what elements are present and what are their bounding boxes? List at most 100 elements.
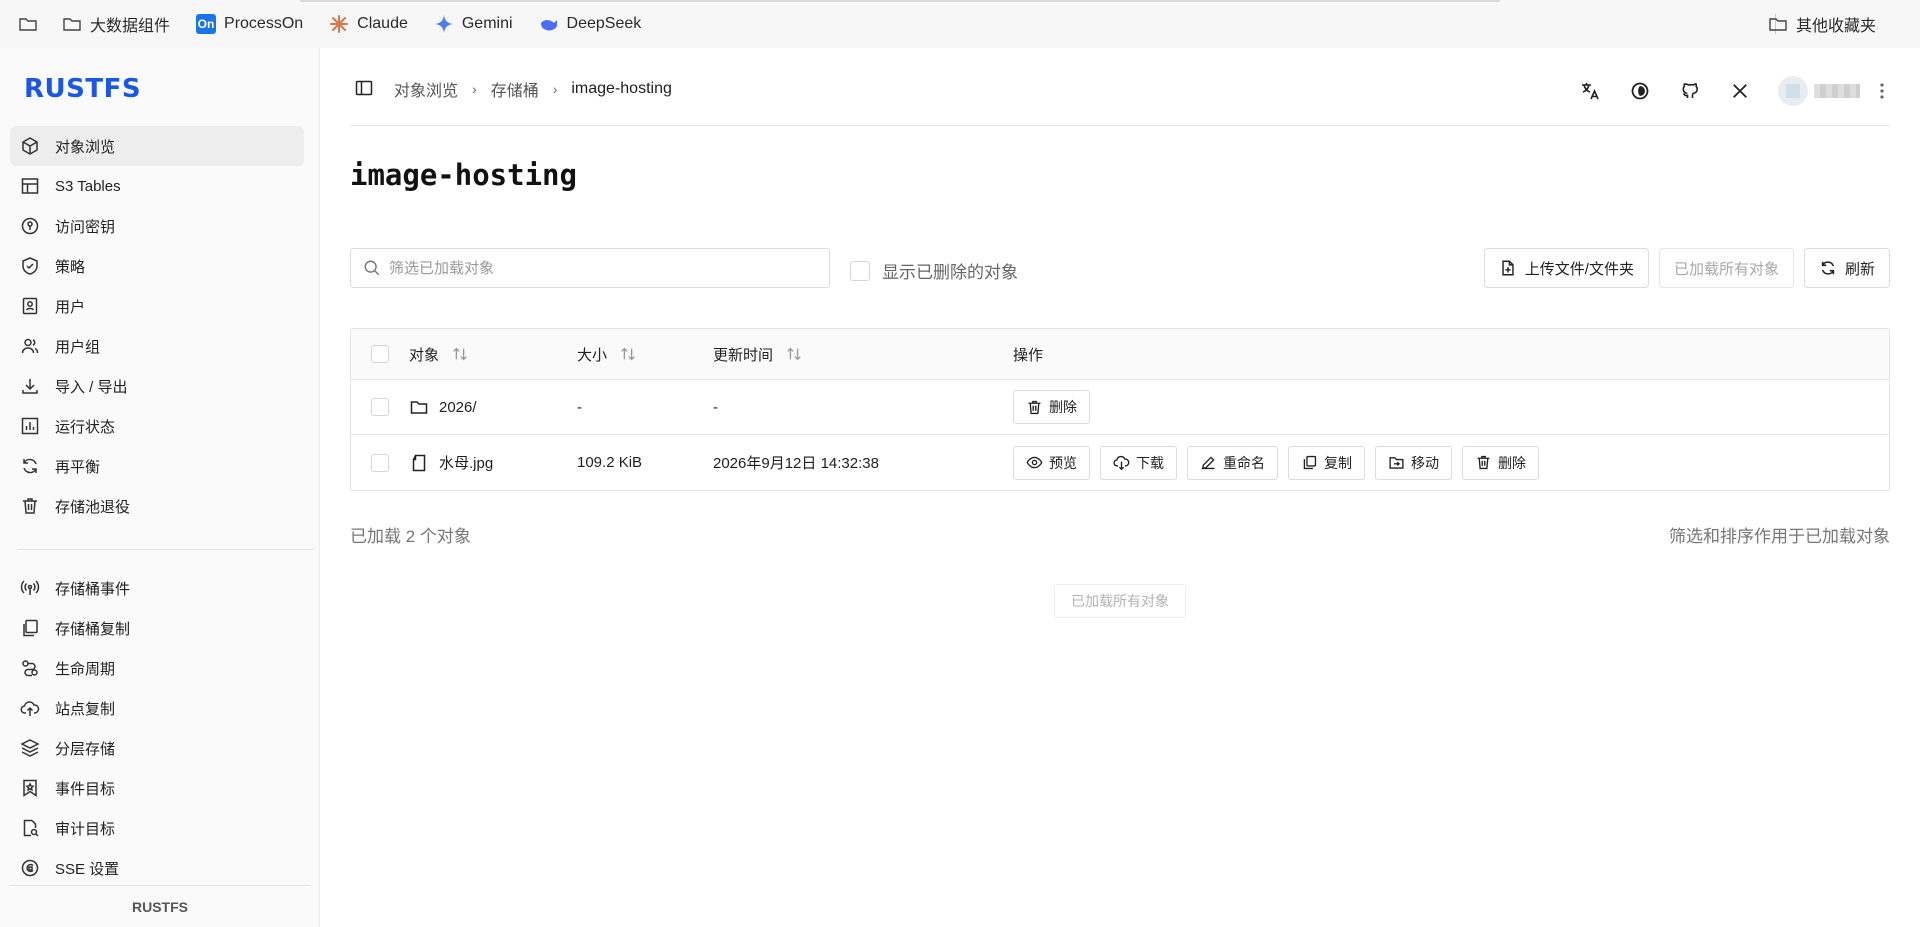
column-updated[interactable]: 更新时间 <box>713 344 1013 365</box>
processon-icon: On <box>196 14 217 34</box>
bookmarks-bar: 大数据组件 On ProcessOn Claude Gemini DeepSee… <box>0 0 1920 48</box>
bookmark-gemini[interactable]: Gemini <box>434 9 513 39</box>
loaded-count: 已加载 2 个对象 <box>350 527 471 546</box>
sidebar-item-label: SSE 设置 <box>55 860 120 878</box>
sidebar-item-event-targets[interactable]: 事件目标 <box>10 768 304 808</box>
column-actions-label: 操作 <box>1013 346 1044 364</box>
sidebar-item-users[interactable]: 用户 <box>10 286 304 326</box>
username-redacted <box>1814 84 1860 98</box>
sidebar-item-access-keys[interactable]: 访问密钥 <box>10 206 304 246</box>
layers-icon <box>20 739 40 757</box>
load-all-button[interactable]: 已加载所有对象 <box>1658 248 1794 288</box>
show-deleted-toggle[interactable]: 显示已删除的对象 <box>850 258 1018 283</box>
bookmark-bigdata[interactable]: 大数据组件 <box>62 9 170 39</box>
pencil-icon <box>1201 456 1215 470</box>
bookmark-label: 大数据组件 <box>90 18 171 35</box>
bookmark-star-icon <box>23 779 37 797</box>
sidebar-item-site-replication[interactable]: 站点复制 <box>10 688 304 728</box>
preview-button[interactable]: 预览 <box>1013 445 1090 480</box>
sidebar-item-import-export[interactable]: 导入 / 导出 <box>10 366 304 406</box>
language-button[interactable] <box>1578 79 1602 103</box>
upload-button[interactable]: 上传文件/文件夹 <box>1483 248 1649 288</box>
sidebar-item-s3-tables[interactable]: S3 Tables <box>10 166 304 206</box>
sidebar-item-audit-targets[interactable]: 审计目标 <box>10 808 304 848</box>
shield-check-icon <box>22 257 38 275</box>
breadcrumb-current-bucket: image-hosting <box>571 80 672 97</box>
sidebar-toggle-icon[interactable] <box>354 78 374 98</box>
all-loaded-button[interactable]: 已加载所有对象 <box>1054 584 1186 618</box>
sidebar-item-object-browser[interactable]: 对象浏览 <box>10 126 304 166</box>
refresh-icon <box>1821 261 1835 275</box>
sidebar-item-bucket-replication[interactable]: 存储桶复制 <box>10 608 304 648</box>
sidebar-item-label: 用户 <box>55 298 86 316</box>
sidebar-item-rebalance[interactable]: 再平衡 <box>10 446 304 486</box>
folder-icon <box>62 14 82 34</box>
download-button[interactable]: 下载 <box>1100 445 1177 480</box>
move-button[interactable]: 移动 <box>1375 445 1452 480</box>
object-name: 水母.jpg <box>439 455 494 472</box>
delete-button[interactable]: 删除 <box>1462 445 1539 480</box>
breadcrumb-buckets[interactable]: 存储桶 <box>491 77 539 101</box>
select-all-checkbox[interactable] <box>371 345 389 363</box>
row-actions: 预览 下载 重命名 复制 移动 删除 <box>1013 445 1889 480</box>
sidebar-item-groups[interactable]: 用户组 <box>10 326 304 366</box>
theme-toggle-button[interactable] <box>1628 79 1652 103</box>
sidebar-item-pool-decommission[interactable]: 存储池退役 <box>10 486 304 526</box>
object-name-cell[interactable]: 2026/ <box>409 397 577 417</box>
bookmarks-folder-button[interactable] <box>18 9 46 39</box>
sort-icon[interactable] <box>785 345 803 363</box>
column-size[interactable]: 大小 <box>577 344 713 365</box>
secondary-nav: 存储桶事件 存储桶复制 生命周期 站点复制 分层存储 事件目标 审计目标 SSE… <box>10 568 304 888</box>
sidebar-item-lifecycle[interactable]: 生命周期 <box>10 648 304 688</box>
chart-icon <box>21 417 39 435</box>
sidebar-item-bucket-events[interactable]: 存储桶事件 <box>10 568 304 608</box>
page-title: image-hosting <box>350 158 577 192</box>
sidebar-item-label: 审计目标 <box>55 820 116 838</box>
object-size: - <box>577 398 582 416</box>
sort-icon[interactable] <box>451 345 469 363</box>
refresh-button[interactable]: 刷新 <box>1803 248 1890 288</box>
bookmark-label: Gemini <box>461 15 513 32</box>
bookmark-deepseek[interactable]: DeepSeek <box>539 9 641 39</box>
breadcrumb: 对象浏览 › 存储桶 › image-hosting <box>394 77 672 101</box>
header-actions <box>1552 76 1890 106</box>
sort-icon[interactable] <box>619 345 637 363</box>
sidebar-item-label: 存储桶事件 <box>55 580 131 598</box>
other-bookmarks[interactable]: 其他收藏夹 <box>1768 9 1876 39</box>
sidebar-item-sse-settings[interactable]: SSE 设置 <box>10 848 304 888</box>
sidebar-item-policies[interactable]: 策略 <box>10 246 304 286</box>
more-vertical-icon[interactable] <box>1874 81 1890 101</box>
show-deleted-label: 显示已删除的对象 <box>882 263 1018 282</box>
row-checkbox[interactable] <box>371 398 389 416</box>
sidebar-item-label: 再平衡 <box>55 458 101 476</box>
show-deleted-checkbox[interactable] <box>850 260 870 281</box>
sidebar-item-tiering[interactable]: 分层存储 <box>10 728 304 768</box>
sidebar-divider <box>18 549 314 550</box>
github-button[interactable] <box>1678 79 1702 103</box>
bookmark-processon[interactable]: On ProcessOn <box>196 9 303 39</box>
object-name-cell[interactable]: 水母.jpg <box>409 452 577 473</box>
filter-search-box[interactable] <box>350 248 830 288</box>
audit-icon <box>23 819 39 837</box>
filter-search-input[interactable] <box>389 259 809 277</box>
bookmark-claude[interactable]: Claude <box>329 9 408 39</box>
rustfs-logo[interactable]: RUSTFS <box>24 74 141 104</box>
key-icon <box>21 217 39 235</box>
rename-button[interactable]: 重命名 <box>1187 445 1278 480</box>
sidebar-item-label: 运行状态 <box>55 418 116 436</box>
row-checkbox[interactable] <box>371 453 389 472</box>
theme-icon <box>1631 82 1649 100</box>
x-social-button[interactable] <box>1728 79 1752 103</box>
object-updated: - <box>713 398 718 416</box>
sidebar-item-status[interactable]: 运行状态 <box>10 406 304 446</box>
objects-table: 对象 大小 更新时间 操作 2026/ - - 删除 水母.jpg 109.2 … <box>350 328 1890 491</box>
column-object[interactable]: 对象 <box>409 344 577 365</box>
gemini-icon <box>434 14 454 34</box>
copy-button[interactable]: 复制 <box>1288 445 1365 480</box>
delete-button[interactable]: 删除 <box>1013 390 1090 424</box>
trash-icon <box>23 498 37 514</box>
breadcrumb-object-browser[interactable]: 对象浏览 <box>394 77 458 101</box>
search-icon <box>364 260 380 276</box>
user-menu[interactable] <box>1778 76 1890 106</box>
sidebar-item-label: 分层存储 <box>55 740 116 758</box>
